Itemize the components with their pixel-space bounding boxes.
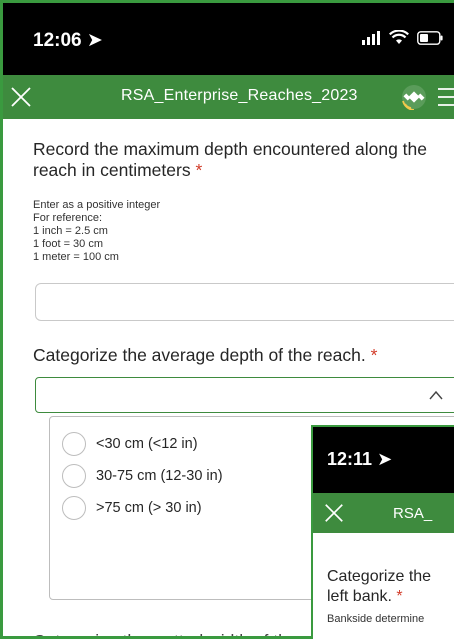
option-over-75cm[interactable]: >75 cm (> 30 in)	[62, 495, 202, 521]
overlay-status-bar: 12:11 ➤	[313, 427, 454, 493]
overlay-app-title: RSA_	[393, 505, 433, 522]
overlay-question-hint: Bankside determine	[327, 613, 425, 625]
battery-icon	[417, 30, 443, 45]
second-screenshot-overlay: 12:11 ➤ RSA_ Categorize the left bank. *…	[311, 425, 454, 639]
overlay-form-content: Categorize the left bank. * Bankside det…	[313, 533, 454, 639]
question-average-depth-label: Categorize the average depth of the reac…	[33, 345, 378, 365]
required-marker: *	[370, 345, 378, 365]
question-max-depth-hint: Enter as a positive integer For referenc…	[33, 199, 161, 263]
radio-button[interactable]	[62, 496, 86, 520]
status-time: 12:06 ➤	[33, 30, 103, 51]
required-marker: *	[195, 160, 203, 180]
status-bar: 12:06 ➤	[3, 3, 454, 75]
average-depth-select[interactable]	[35, 377, 454, 413]
radio-button[interactable]	[62, 464, 86, 488]
option-30-75cm[interactable]: 30-75 cm (12-30 in)	[62, 463, 223, 489]
cellular-signal-icon	[362, 30, 380, 45]
wifi-icon	[389, 30, 409, 44]
option-under-30cm[interactable]: <30 cm (<12 in)	[62, 431, 198, 457]
radio-button[interactable]	[62, 432, 86, 456]
required-marker: *	[396, 588, 403, 605]
app-title: RSA_Enterprise_Reaches_2023	[121, 87, 358, 104]
close-icon[interactable]	[323, 502, 345, 524]
question-wetted-width-label: Categorize the wetted width of th	[33, 631, 288, 636]
chevron-up-icon	[429, 390, 443, 400]
overlay-status-time: 12:11 ➤	[327, 449, 393, 469]
location-arrow-icon: ➤	[377, 449, 393, 469]
question-max-depth-label: Record the maximum depth encountered alo…	[33, 139, 427, 180]
app-bar: RSA_Enterprise_Reaches_2023	[3, 75, 454, 119]
close-icon[interactable]	[9, 85, 33, 109]
overlay-app-bar: RSA_	[313, 493, 454, 533]
menu-icon[interactable]	[436, 87, 454, 107]
location-arrow-icon: ➤	[86, 30, 103, 51]
status-icons	[361, 30, 443, 45]
gps-satellite-icon[interactable]	[401, 84, 427, 110]
overlay-question-label: Categorize the left bank. *	[327, 568, 432, 605]
max-depth-input[interactable]	[35, 283, 454, 321]
